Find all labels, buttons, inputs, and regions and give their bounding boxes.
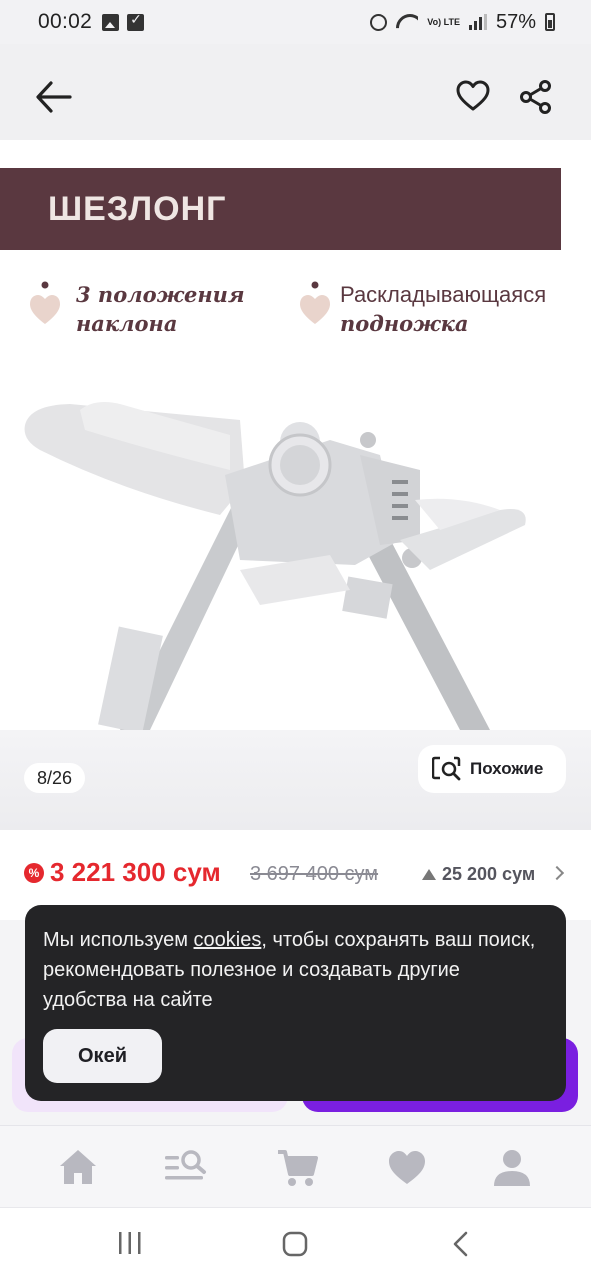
catalog-search-icon	[165, 1150, 206, 1180]
cookie-text: Мы используем cookies, чтобы сохранять в…	[43, 929, 536, 1011]
product-header	[0, 44, 591, 140]
heart-feature-icon	[30, 281, 60, 324]
nav-home[interactable]	[56, 1146, 100, 1190]
banner-title: ШЕЗЛОНГ	[48, 190, 227, 228]
system-navigation-bar	[0, 1207, 591, 1280]
price-change[interactable]: 25 200 сум	[422, 864, 535, 885]
recent-apps-button[interactable]	[116, 1230, 144, 1261]
share-button[interactable]	[518, 80, 554, 114]
current-price: 3 221 300 сум	[50, 857, 221, 887]
gallery-notification-icon	[102, 13, 120, 31]
feature-recline: 3 положения наклона	[28, 280, 245, 338]
heart-feature-icon	[300, 281, 330, 324]
feature-footrest: Раскладывающаяся подножка	[298, 280, 546, 338]
nav-profile[interactable]	[490, 1146, 534, 1190]
product-image-gallery[interactable]: ШЕЗЛОНГ 3 положения наклона Раскладывающ…	[0, 140, 591, 830]
system-back-button[interactable]	[450, 1230, 472, 1263]
old-price: 3 697 400 сум	[250, 863, 379, 885]
cookies-link[interactable]: cookies	[194, 929, 262, 951]
back-button[interactable]	[34, 80, 74, 114]
cart-icon	[278, 1150, 318, 1186]
home-system-button[interactable]	[281, 1230, 309, 1263]
signal-icon	[468, 14, 487, 30]
feature-2-line2: подножка	[340, 311, 469, 336]
similar-button[interactable]: Похожие	[418, 745, 566, 793]
feature-1-line1: 3 положения	[76, 282, 245, 307]
image-counter: 8/26	[24, 763, 86, 793]
nav-cart[interactable]	[276, 1146, 320, 1190]
similar-label: Похожие	[470, 759, 544, 778]
product-banner: ШЕЗЛОНГ	[0, 168, 561, 250]
high-chair-image	[24, 402, 526, 730]
battery-icon	[545, 13, 555, 31]
discount-icon: %	[24, 863, 44, 883]
heart-icon	[456, 80, 490, 111]
chevron-right-icon[interactable]	[549, 865, 565, 881]
nav-catalog[interactable]	[162, 1146, 206, 1190]
favorites-heart-icon	[389, 1151, 425, 1184]
chevron-left-icon	[453, 1231, 468, 1257]
profile-icon	[494, 1150, 530, 1186]
battery-percent: 57%	[495, 10, 536, 33]
wifi-icon	[396, 14, 418, 30]
status-bar: 00:02 Vo) LTE 57%	[0, 0, 591, 44]
similar-search-icon	[432, 756, 461, 781]
home-icon	[60, 1150, 96, 1184]
cookie-banner: Мы используем cookies, чтобы сохранять в…	[25, 905, 566, 1101]
feature-2-line1: Раскладывающаяся	[340, 282, 547, 307]
lte-indicator: Vo) LTE	[427, 16, 460, 27]
nav-favorites[interactable]	[385, 1146, 429, 1190]
share-icon	[520, 80, 551, 114]
recent-apps-icon	[119, 1232, 141, 1254]
task-notification-icon	[127, 11, 145, 31]
feature-1-line2: наклона	[76, 311, 178, 336]
cookie-ok-button[interactable]: Окей	[43, 1029, 162, 1083]
triangle-up-icon	[422, 869, 436, 880]
price-change-value: 25 200 сум	[442, 864, 536, 884]
arrow-left-icon	[36, 81, 72, 113]
favorite-button[interactable]	[455, 80, 491, 112]
home-circle-icon	[282, 1231, 308, 1257]
alarm-icon	[370, 13, 388, 31]
bottom-navigation	[0, 1125, 591, 1207]
status-time: 00:02	[38, 10, 93, 33]
